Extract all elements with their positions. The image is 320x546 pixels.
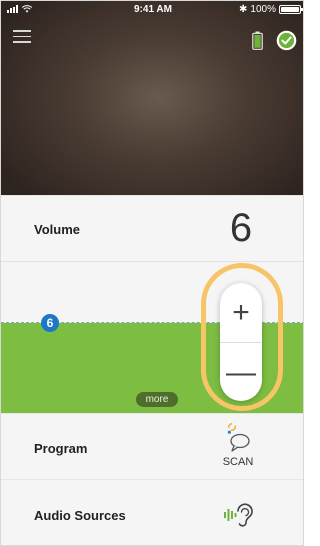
header-background: 9:41 AM ✱ 100% bbox=[1, 1, 303, 195]
phone-battery-icon bbox=[279, 5, 303, 14]
audio-sources-row[interactable]: Audio Sources bbox=[1, 479, 303, 545]
app-screen: 9:41 AM ✱ 100% Volume 6 6 more + — Progr… bbox=[0, 0, 304, 546]
volume-plus-button[interactable]: + bbox=[220, 283, 262, 342]
bluetooth-icon: ✱ bbox=[239, 4, 248, 15]
volume-label: Volume bbox=[34, 222, 80, 237]
volume-row: Volume 6 bbox=[1, 195, 303, 261]
status-right: ✱ 100% bbox=[239, 4, 303, 15]
ear-stream-icon bbox=[224, 503, 253, 527]
volume-minus-button[interactable]: — bbox=[220, 342, 262, 401]
more-button[interactable]: more bbox=[136, 392, 178, 407]
battery-percent: 100% bbox=[250, 4, 276, 15]
battery-full-icon bbox=[252, 31, 263, 50]
program-row[interactable]: Program SCAN bbox=[1, 413, 303, 479]
program-label: Program bbox=[34, 441, 88, 456]
check-circle-icon[interactable] bbox=[276, 30, 297, 51]
scan-speech-bubble-icon bbox=[227, 422, 250, 452]
volume-stepper: + — bbox=[220, 283, 262, 401]
hamburger-menu-icon[interactable] bbox=[13, 30, 31, 44]
status-bar: 9:41 AM ✱ 100% bbox=[1, 1, 303, 19]
volume-value: 6 bbox=[229, 206, 253, 250]
program-current: SCAN bbox=[222, 456, 254, 468]
volume-level-badge: 6 bbox=[41, 314, 59, 332]
audio-sources-label: Audio Sources bbox=[34, 508, 126, 523]
